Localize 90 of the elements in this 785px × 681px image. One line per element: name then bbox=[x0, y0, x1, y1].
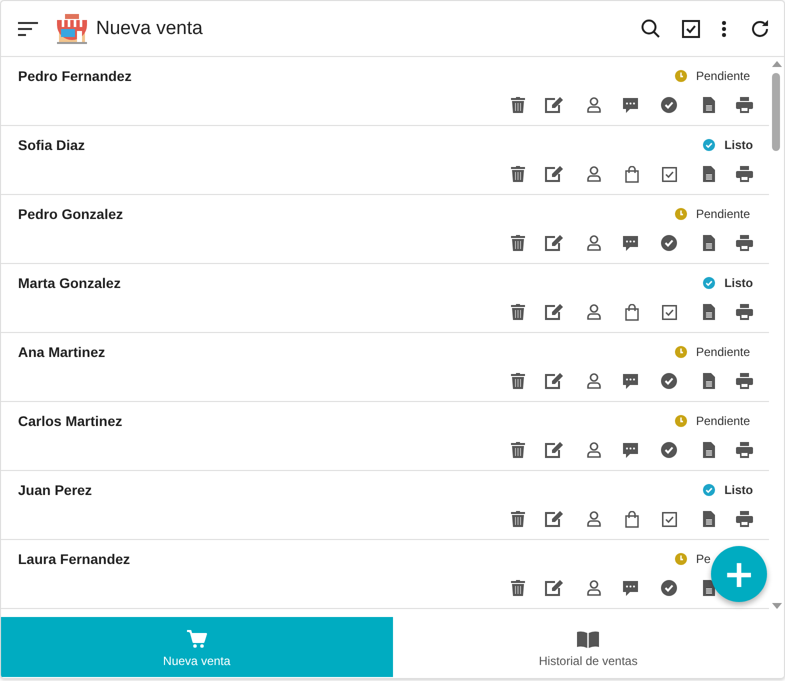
edit-icon[interactable] bbox=[545, 304, 563, 320]
status-label: Listo bbox=[724, 138, 753, 152]
customer-name: Pedro Fernandez bbox=[18, 68, 132, 84]
window-title: Nueva venta bbox=[96, 18, 204, 40]
printer-icon[interactable] bbox=[736, 166, 753, 182]
user-icon[interactable] bbox=[587, 580, 601, 596]
customer-name: Sofia Diaz bbox=[18, 136, 85, 152]
edit-icon[interactable] bbox=[545, 97, 563, 113]
checkbox-icon[interactable] bbox=[662, 166, 677, 182]
edit-icon[interactable] bbox=[545, 580, 563, 596]
check-circle-icon[interactable] bbox=[661, 97, 677, 113]
check-circle-icon[interactable] bbox=[661, 580, 677, 596]
edit-icon[interactable] bbox=[545, 373, 563, 389]
document-icon[interactable] bbox=[703, 235, 715, 251]
refresh-icon[interactable] bbox=[750, 18, 770, 38]
clock-icon bbox=[675, 346, 687, 358]
clock-icon bbox=[675, 70, 687, 82]
printer-icon[interactable] bbox=[736, 511, 753, 527]
bag-icon[interactable] bbox=[625, 304, 639, 320]
printer-icon[interactable] bbox=[736, 304, 753, 320]
user-icon[interactable] bbox=[587, 304, 601, 320]
document-icon[interactable] bbox=[703, 511, 715, 527]
bag-icon[interactable] bbox=[625, 166, 639, 182]
clock-icon bbox=[675, 208, 687, 220]
user-icon[interactable] bbox=[587, 442, 601, 458]
document-icon[interactable] bbox=[703, 580, 715, 596]
more-icon[interactable] bbox=[722, 20, 726, 36]
search-icon[interactable] bbox=[641, 19, 660, 38]
printer-icon[interactable] bbox=[736, 97, 753, 113]
trash-icon[interactable] bbox=[511, 373, 525, 389]
status-label: Pe bbox=[696, 552, 712, 566]
menu-icon[interactable] bbox=[18, 22, 38, 36]
edit-icon[interactable] bbox=[545, 235, 563, 251]
user-icon[interactable] bbox=[587, 373, 601, 389]
check-circle-icon bbox=[703, 484, 716, 496]
trash-icon[interactable] bbox=[511, 511, 525, 527]
customer-name: Ana Martinez bbox=[18, 344, 106, 360]
document-icon[interactable] bbox=[703, 442, 715, 458]
add-button[interactable]: + bbox=[711, 546, 767, 602]
customer-name: Pedro Gonzalez bbox=[18, 206, 124, 222]
check-circle-icon bbox=[703, 276, 716, 288]
printer-icon[interactable] bbox=[736, 373, 753, 389]
check-circle-icon bbox=[703, 138, 716, 150]
checkbox-icon[interactable] bbox=[682, 20, 700, 38]
check-circle-icon[interactable] bbox=[661, 235, 677, 251]
document-icon[interactable] bbox=[703, 166, 715, 182]
status-label: Pendiente bbox=[696, 414, 752, 428]
clock-icon bbox=[675, 552, 687, 564]
printer-icon[interactable] bbox=[736, 442, 753, 458]
printer-icon[interactable] bbox=[736, 235, 753, 251]
chat-icon[interactable] bbox=[622, 442, 639, 458]
check-circle-icon[interactable] bbox=[661, 373, 677, 389]
user-icon[interactable] bbox=[587, 235, 601, 251]
trash-icon[interactable] bbox=[511, 235, 525, 251]
book-icon bbox=[577, 630, 600, 648]
user-icon[interactable] bbox=[587, 166, 601, 182]
trash-icon[interactable] bbox=[511, 97, 525, 113]
checkbox-icon[interactable] bbox=[662, 512, 677, 526]
trash-icon[interactable] bbox=[511, 442, 525, 458]
chat-icon[interactable] bbox=[622, 580, 639, 596]
status-label: Pendiente bbox=[696, 206, 752, 220]
document-icon[interactable] bbox=[703, 304, 715, 320]
status-label: Pendiente bbox=[696, 344, 752, 358]
customer-name: Carlos Martinez bbox=[18, 412, 122, 428]
edit-icon[interactable] bbox=[545, 442, 563, 458]
chat-icon[interactable] bbox=[622, 234, 639, 252]
document-icon[interactable] bbox=[703, 97, 715, 113]
document-icon[interactable] bbox=[703, 373, 715, 389]
bag-icon[interactable] bbox=[625, 510, 639, 528]
status-label: Listo bbox=[724, 276, 753, 290]
check-circle-icon[interactable] bbox=[661, 442, 677, 458]
user-icon[interactable] bbox=[587, 511, 601, 527]
customer-name: Laura Fernandez bbox=[18, 550, 130, 566]
trash-icon[interactable] bbox=[511, 580, 525, 596]
checkbox-icon[interactable] bbox=[662, 304, 677, 320]
edit-icon[interactable] bbox=[545, 166, 563, 182]
customer-name: Juan Perez bbox=[18, 482, 92, 498]
nav-tab[interactable]: Nueva venta bbox=[1, 617, 392, 677]
status-label: Pendiente bbox=[696, 68, 752, 82]
store-icon bbox=[56, 14, 88, 44]
status-label: Listo bbox=[724, 482, 753, 496]
user-icon[interactable] bbox=[587, 97, 601, 113]
clock-icon bbox=[675, 414, 687, 426]
chat-icon[interactable] bbox=[622, 96, 639, 114]
trash-icon[interactable] bbox=[511, 304, 525, 320]
cart-icon bbox=[186, 630, 207, 648]
trash-icon[interactable] bbox=[511, 166, 525, 182]
edit-icon[interactable] bbox=[545, 511, 563, 527]
chat-icon[interactable] bbox=[622, 372, 639, 390]
customer-name: Marta Gonzalez bbox=[18, 274, 121, 290]
